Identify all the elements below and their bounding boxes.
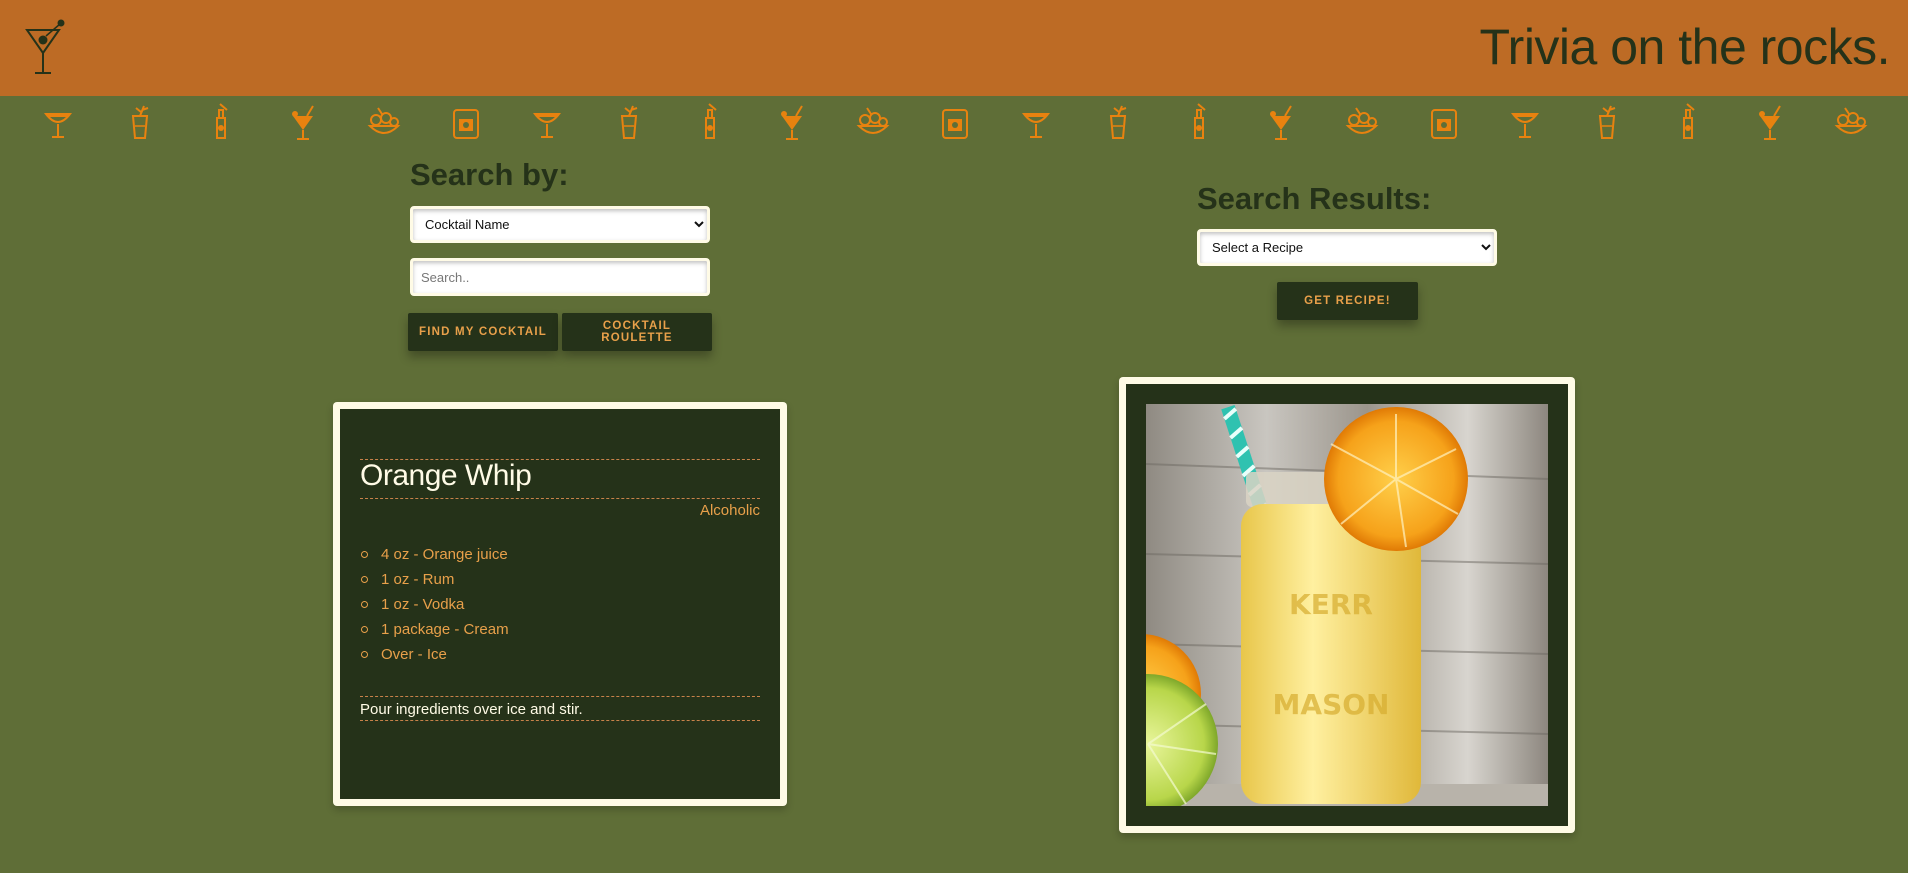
recipe-select[interactable]: Select a Recipe [1197, 229, 1497, 266]
jar-text-mason: MASON [1273, 688, 1390, 721]
coupe-glass-icon [43, 113, 73, 138]
bullet-icon [361, 626, 368, 633]
jar-text-kerr: KERR [1289, 588, 1373, 621]
ingredient-text: 1 oz - Vodka [381, 596, 465, 613]
highball-sprig-icon [1109, 105, 1126, 139]
find-my-cocktail-button[interactable]: Find My Cocktail [408, 313, 558, 351]
bottle-lemon-icon [1194, 103, 1206, 139]
rocks-glass-icon [941, 109, 968, 139]
drink-photo-card: KERR MASON [1119, 377, 1575, 833]
ingredient-text: 1 oz - Rum [381, 571, 455, 588]
search-by-select[interactable]: Cocktail Name [410, 206, 710, 243]
cocktail-straw-icon [1269, 105, 1292, 140]
ingredient-text: 1 package - Cream [381, 621, 509, 638]
martini-glass-icon[interactable] [24, 18, 68, 76]
search-input[interactable] [410, 258, 710, 296]
drink-instructions: Pour ingredients over ice and stir. [360, 701, 583, 718]
decorative-icon-strip [0, 100, 1908, 144]
bullet-icon [361, 576, 368, 583]
search-results-heading: Search Results: [1197, 181, 1432, 216]
drink-type: Alcoholic [699, 502, 760, 519]
bottle-lemon-icon [705, 103, 717, 139]
fruit-bowl-icon [856, 107, 890, 134]
cocktail-straw-icon [1758, 105, 1781, 140]
highball-sprig-icon [620, 105, 637, 139]
recipe-card: Orange Whip Alcoholic 4 oz - Orange juic… [333, 402, 787, 806]
ingredient-item: 1 package - Cream [360, 621, 509, 646]
drink-photo: KERR MASON [1146, 404, 1548, 806]
ingredient-text: 4 oz - Orange juice [381, 546, 508, 563]
recipe-card-body: Orange Whip Alcoholic 4 oz - Orange juic… [340, 409, 780, 799]
highball-sprig-icon [1598, 105, 1615, 139]
search-by-heading: Search by: [410, 157, 569, 192]
highball-sprig-icon [131, 105, 148, 139]
bullet-icon [361, 601, 368, 608]
fruit-bowl-icon [1834, 107, 1868, 134]
ingredient-item: 1 oz - Vodka [360, 596, 509, 621]
coupe-glass-icon [1510, 113, 1540, 138]
bullet-icon [361, 551, 368, 558]
rocks-glass-icon [1430, 109, 1457, 139]
divider [360, 696, 760, 697]
fruit-bowl-icon [367, 107, 401, 134]
ingredient-item: 4 oz - Orange juice [360, 546, 509, 571]
get-recipe-button[interactable]: Get Recipe! [1277, 282, 1418, 320]
divider [360, 720, 760, 721]
site-header: Trivia on the rocks. [0, 0, 1908, 96]
bullet-icon [361, 651, 368, 658]
ingredient-item: 1 oz - Rum [360, 571, 509, 596]
drink-name: Orange Whip [360, 459, 532, 492]
ingredient-item: Over - Ice [360, 646, 509, 671]
drink-photo-frame: KERR MASON [1126, 384, 1568, 826]
coupe-glass-icon [1021, 113, 1051, 138]
bottle-lemon-icon [216, 103, 228, 139]
coupe-glass-icon [532, 113, 562, 138]
rocks-glass-icon [452, 109, 479, 139]
fruit-bowl-icon [1345, 107, 1379, 134]
bottle-lemon-icon [1683, 103, 1695, 139]
cocktail-straw-icon [780, 105, 803, 140]
cocktail-roulette-button[interactable]: Cocktail Roulette [562, 313, 712, 351]
cocktail-straw-icon [291, 105, 314, 140]
divider [360, 498, 760, 499]
ingredient-text: Over - Ice [381, 646, 447, 663]
ingredient-list: 4 oz - Orange juice 1 oz - Rum 1 oz - Vo… [360, 546, 509, 671]
site-title: Trivia on the rocks. [1479, 19, 1890, 75]
